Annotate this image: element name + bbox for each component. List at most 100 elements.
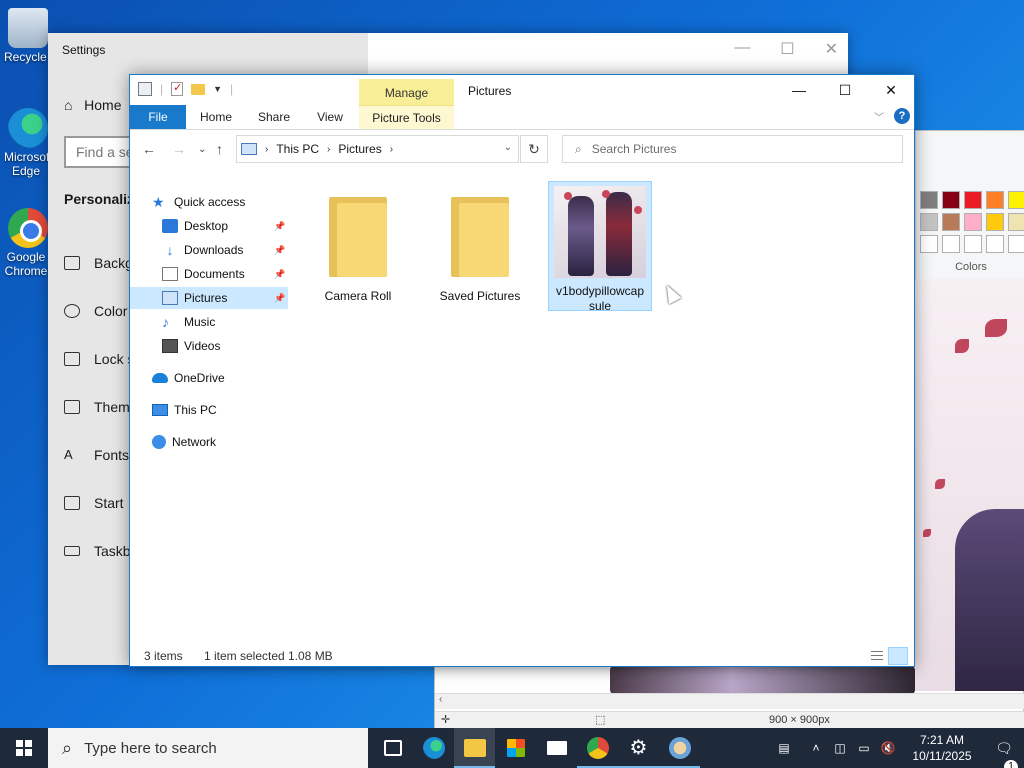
color-swatch[interactable] [964, 213, 982, 231]
action-center-button[interactable]: 🗨 1 [984, 740, 1024, 768]
meet-now-icon[interactable]: ◫ [828, 741, 852, 755]
chevron-up-icon[interactable]: ˄ [804, 741, 828, 755]
color-swatch[interactable] [986, 191, 1004, 209]
nav-item-pictures[interactable]: Pictures [130, 287, 288, 309]
clock[interactable]: 7:21 AM 10/11/2025 [900, 732, 984, 764]
new-folder-icon[interactable] [191, 83, 206, 95]
recycle-bin-icon [8, 8, 48, 48]
settings-nav-themes[interactable]: Them [64, 383, 134, 431]
taskbar-search-box[interactable]: ⌕ Type here to search [48, 728, 368, 768]
nav-label: Them [94, 399, 130, 415]
close-button[interactable]: ✕ [868, 75, 914, 105]
tab-share[interactable]: Share [250, 105, 298, 129]
paint-canvas[interactable] [915, 279, 1024, 691]
properties-icon[interactable] [171, 81, 184, 96]
taskbar-paint[interactable] [659, 728, 700, 768]
address-bar[interactable]: › This PC › Pictures › ⌄ [236, 135, 519, 163]
details-view-button[interactable] [866, 647, 886, 665]
nav-item-downloads[interactable]: ↓ Downloads [162, 239, 244, 261]
color-swatch[interactable] [1008, 191, 1024, 209]
nav-item-onedrive[interactable]: OneDrive [152, 367, 225, 389]
pin-icon: 📌 [274, 293, 286, 303]
taskbar-microsoft-store[interactable] [495, 728, 536, 768]
nav-item-videos[interactable]: Videos [162, 335, 220, 357]
color-swatch[interactable] [986, 213, 1004, 231]
color-swatch[interactable] [920, 235, 938, 253]
nav-item-this-pc[interactable]: This PC [152, 399, 217, 421]
color-swatch[interactable] [920, 213, 938, 231]
settings-nav-colors[interactable]: Color [64, 287, 134, 335]
color-swatch[interactable] [1008, 213, 1024, 231]
maximize-button[interactable]: ☐ [780, 39, 794, 59]
address-dropdown-icon[interactable]: ⌄ [504, 142, 512, 153]
nav-item-music[interactable]: ♪ Music [162, 311, 215, 333]
taskbar-file-explorer[interactable] [454, 728, 495, 768]
nav-label: Videos [184, 339, 221, 353]
settings-nav-fonts[interactable]: A Fonts [64, 431, 134, 479]
maximize-button[interactable]: ☐ [822, 75, 868, 105]
tab-manage[interactable]: Manage [359, 79, 454, 105]
tab-home[interactable]: Home [192, 105, 240, 129]
color-swatch[interactable] [942, 235, 960, 253]
navigation-pane: ★ Quick access Desktop 📌 ↓ Downloads 📌 Doc… [130, 175, 288, 645]
breadcrumb-this-pc[interactable]: This PC [276, 142, 319, 156]
tab-file[interactable]: File [130, 105, 186, 129]
settings-home-link[interactable]: ⌂ Home [64, 97, 122, 113]
taskbar-settings[interactable]: ⚙ [618, 728, 659, 768]
forward-arrow-icon[interactable]: → [172, 141, 186, 157]
minimize-button[interactable]: — [734, 39, 750, 59]
list-item-selected[interactable]: v1bodypillowcapsule [548, 181, 652, 313]
settings-nav-start[interactable]: Start [64, 479, 134, 527]
recent-locations-icon[interactable]: ⌄ [198, 144, 206, 155]
nav-item-desktop[interactable]: Desktop [162, 215, 228, 237]
large-icons-view-button[interactable] [888, 647, 908, 665]
nav-item-documents[interactable]: Documents [162, 263, 245, 285]
taskbar-task-view[interactable] [372, 728, 413, 768]
taskbar-edge[interactable] [413, 728, 454, 768]
window-title: Settings [62, 43, 106, 57]
help-icon[interactable]: ? [894, 108, 910, 124]
desktop-icon-recycle-bin[interactable]: Recycle Bin [4, 8, 52, 64]
color-swatch[interactable] [986, 235, 1004, 253]
item-name: Saved Pictures [439, 289, 521, 303]
list-item[interactable]: Saved Pictures [428, 181, 532, 311]
paint-horizontal-scrollbar[interactable]: ‹ [435, 693, 1024, 709]
settings-nav: Backg Color Lock s Them A Fonts Start Tas… [64, 239, 134, 575]
start-button[interactable] [0, 728, 48, 768]
customize-toolbar-icon[interactable]: ▼ [213, 84, 222, 94]
color-swatch[interactable] [920, 191, 938, 209]
window-menu-icon[interactable] [138, 82, 152, 96]
expand-ribbon-icon[interactable]: ﹀ [874, 109, 884, 124]
lock-screen-icon [64, 352, 80, 366]
desktop-icon-chrome[interactable]: Google Chrome [4, 208, 52, 278]
home-label: Home [84, 97, 122, 113]
tab-view[interactable]: View [306, 105, 354, 129]
news-icon[interactable]: ▤ [764, 741, 804, 755]
network-status-icon[interactable]: ▭ [852, 741, 876, 755]
close-button[interactable]: ✕ [825, 39, 838, 59]
color-swatch[interactable] [964, 191, 982, 209]
gear-icon: ⚙ [629, 737, 648, 759]
breadcrumb-pictures[interactable]: Pictures [338, 142, 381, 156]
taskbar-mail[interactable] [536, 728, 577, 768]
tab-picture-tools[interactable]: Picture Tools [359, 105, 454, 129]
settings-nav-taskbar[interactable]: Taskb [64, 527, 134, 575]
settings-nav-background[interactable]: Backg [64, 239, 134, 287]
color-swatch[interactable] [964, 235, 982, 253]
list-item[interactable]: Camera Roll [306, 181, 410, 311]
minimize-button[interactable]: — [776, 75, 822, 105]
search-box[interactable]: ⌕ Search Pictures [562, 135, 903, 163]
settings-nav-lock-screen[interactable]: Lock s [64, 335, 134, 383]
nav-item-quick-access[interactable]: ★ Quick access [152, 191, 245, 213]
volume-muted-icon[interactable]: 🔇 [876, 741, 900, 755]
back-arrow-icon[interactable]: ← [142, 141, 156, 157]
up-arrow-icon[interactable]: ↑ [216, 141, 223, 157]
color-swatch[interactable] [1008, 235, 1024, 253]
nav-item-network[interactable]: Network [152, 431, 216, 453]
refresh-button[interactable]: ↻ [520, 135, 548, 163]
color-swatch[interactable] [942, 213, 960, 231]
desktop-icon-edge[interactable]: Microsoft Edge [4, 108, 52, 178]
taskbar-chrome[interactable] [577, 728, 618, 768]
download-icon: ↓ [166, 242, 174, 258]
color-swatch[interactable] [942, 191, 960, 209]
